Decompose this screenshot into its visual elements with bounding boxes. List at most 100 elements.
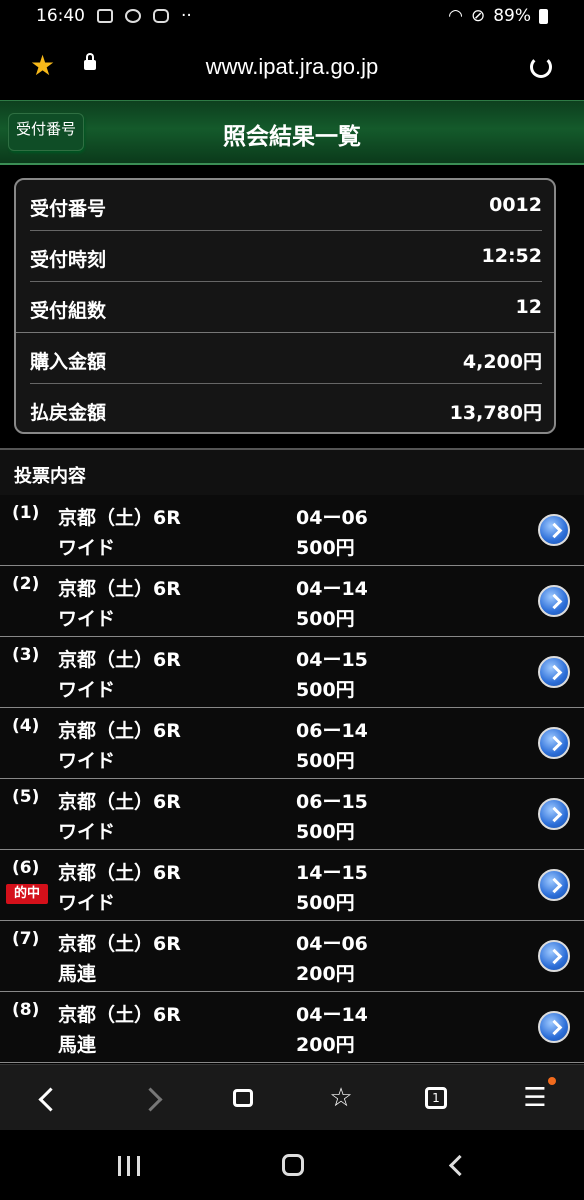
bet-amount: 500円 [296, 750, 355, 772]
bet-row[interactable]: (5) 京都（土）6R ワイド 06ー15 500円 [0, 779, 584, 850]
detail-arrow-icon[interactable] [538, 727, 570, 759]
bet-amount: 200円 [296, 1034, 355, 1056]
detail-arrow-icon[interactable] [538, 1011, 570, 1043]
bet-race: 京都（土）6R [58, 578, 181, 600]
bet-race: 京都（土）6R [58, 862, 181, 884]
bet-combination: 06ー14 [296, 720, 368, 742]
bet-type: ワイド [58, 750, 116, 772]
bet-combination: 04ー14 [296, 578, 368, 600]
detail-arrow-icon[interactable] [538, 514, 570, 546]
bet-race: 京都（土）6R [58, 720, 181, 742]
bet-number: (2) [12, 574, 40, 594]
image-icon [97, 9, 113, 23]
summary-row-receipt-number: 受付番号 0012 [30, 180, 542, 230]
status-bar: 16:40 ·· ◠ ⊘ 89% [0, 0, 584, 36]
bet-number: (6) [12, 858, 40, 878]
summary-row-set-count: 受付組数 12 [30, 282, 542, 332]
reload-icon[interactable] [530, 56, 552, 78]
bet-number: (1) [12, 503, 40, 523]
summary-label: 受付時刻 [30, 249, 107, 271]
bet-combination: 04ー06 [296, 507, 368, 529]
summary-value: 13,780円 [449, 402, 542, 424]
bet-type: ワイド [58, 679, 116, 701]
bet-number: (4) [12, 716, 40, 736]
bet-type: 馬連 [58, 1034, 97, 1056]
detail-arrow-icon[interactable] [538, 585, 570, 617]
forward-icon[interactable] [138, 1083, 168, 1113]
browser-toolbar: ☆ 1 ☰ [0, 1064, 584, 1131]
bet-amount: 500円 [296, 821, 355, 843]
summary-label: 受付番号 [30, 198, 107, 220]
bet-race: 京都（土）6R [58, 649, 181, 671]
bet-race: 京都（土）6R [58, 791, 181, 813]
bet-number: (5) [12, 787, 40, 807]
hit-badge: 的中 [6, 884, 48, 904]
notification-dot [548, 1077, 556, 1085]
bet-combination: 04ー06 [296, 933, 368, 955]
bet-row[interactable]: (1) 京都（土）6R ワイド 04ー06 500円 [0, 495, 584, 566]
browser-address-bar: ★ www.ipat.jra.go.jp [0, 36, 584, 100]
bet-row[interactable]: (7) 京都（土）6R 馬連 04ー06 200円 [0, 921, 584, 992]
bet-row[interactable]: (3) 京都（土）6R ワイド 04ー15 500円 [0, 637, 584, 708]
more-dots-icon: ·· [181, 6, 192, 26]
summary-value: 4,200円 [462, 351, 542, 373]
summary-label: 購入金額 [30, 351, 107, 373]
bet-combination: 06ー15 [296, 791, 368, 813]
hotspot-icon [125, 9, 141, 23]
summary-value: 12 [515, 296, 542, 318]
summary-row-purchase-amount: 購入金額 4,200円 [30, 333, 542, 383]
bookmarks-icon[interactable]: ☆ [326, 1083, 356, 1113]
bet-number: (3) [12, 645, 40, 665]
bet-row[interactable]: (4) 京都（土）6R ワイド 06ー14 500円 [0, 708, 584, 779]
system-navigation-bar [0, 1130, 584, 1200]
summary-value: 12:52 [481, 245, 542, 267]
detail-arrow-icon[interactable] [538, 869, 570, 901]
status-time: 16:40 [36, 6, 85, 26]
bet-combination: 04ー14 [296, 1004, 368, 1026]
bet-row[interactable]: (2) 京都（土）6R ワイド 04ー14 500円 [0, 566, 584, 637]
wifi-icon: ◠ [448, 6, 463, 26]
page-header: 受付番号 照会結果一覧 [0, 100, 584, 165]
bet-amount: 500円 [296, 537, 355, 559]
battery-icon [539, 8, 548, 24]
bet-type: ワイド [58, 537, 116, 559]
home-icon[interactable] [233, 1089, 253, 1107]
detail-arrow-icon[interactable] [538, 798, 570, 830]
url-text[interactable]: www.ipat.jra.go.jp [0, 54, 584, 80]
bet-number: (7) [12, 929, 40, 949]
summary-label: 受付組数 [30, 300, 107, 322]
tabs-icon[interactable]: 1 [425, 1087, 447, 1109]
summary-value: 0012 [489, 194, 542, 216]
instagram-icon [153, 9, 169, 23]
back-icon[interactable] [32, 1083, 62, 1113]
bet-number: (8) [12, 1000, 40, 1020]
detail-arrow-icon[interactable] [538, 940, 570, 972]
bet-row[interactable]: (6) 的中 京都（土）6R ワイド 14ー15 500円 [0, 850, 584, 921]
menu-icon[interactable]: ☰ [520, 1083, 550, 1113]
bet-amount: 500円 [296, 608, 355, 630]
summary-label: 払戻金額 [30, 402, 107, 424]
bet-type: ワイド [58, 608, 116, 630]
page-title: 照会結果一覧 [223, 124, 361, 150]
bet-combination: 04ー15 [296, 649, 368, 671]
bet-type: 馬連 [58, 963, 97, 985]
bet-race: 京都（土）6R [58, 507, 181, 529]
bet-race: 京都（土）6R [58, 933, 181, 955]
bet-type: ワイド [58, 892, 116, 914]
summary-box: 受付番号 0012 受付時刻 12:52 受付組数 12 購入金額 4,200円… [14, 178, 556, 434]
section-header: 投票内容 [0, 448, 584, 497]
bet-combination: 14ー15 [296, 862, 368, 884]
system-back-icon[interactable] [448, 1154, 471, 1177]
recent-apps-icon[interactable] [118, 1156, 140, 1176]
bet-type: ワイド [58, 821, 116, 843]
do-not-disturb-icon: ⊘ [470, 6, 486, 26]
detail-arrow-icon[interactable] [538, 656, 570, 688]
bet-amount: 500円 [296, 679, 355, 701]
bet-row[interactable]: (8) 京都（土）6R 馬連 04ー14 200円 [0, 992, 584, 1063]
battery-level: 89% [493, 6, 531, 26]
bet-amount: 500円 [296, 892, 355, 914]
summary-row-payout-amount: 払戻金額 13,780円 [30, 384, 542, 434]
summary-row-receipt-time: 受付時刻 12:52 [30, 231, 542, 281]
bet-race: 京都（土）6R [58, 1004, 181, 1026]
system-home-icon[interactable] [282, 1154, 304, 1176]
